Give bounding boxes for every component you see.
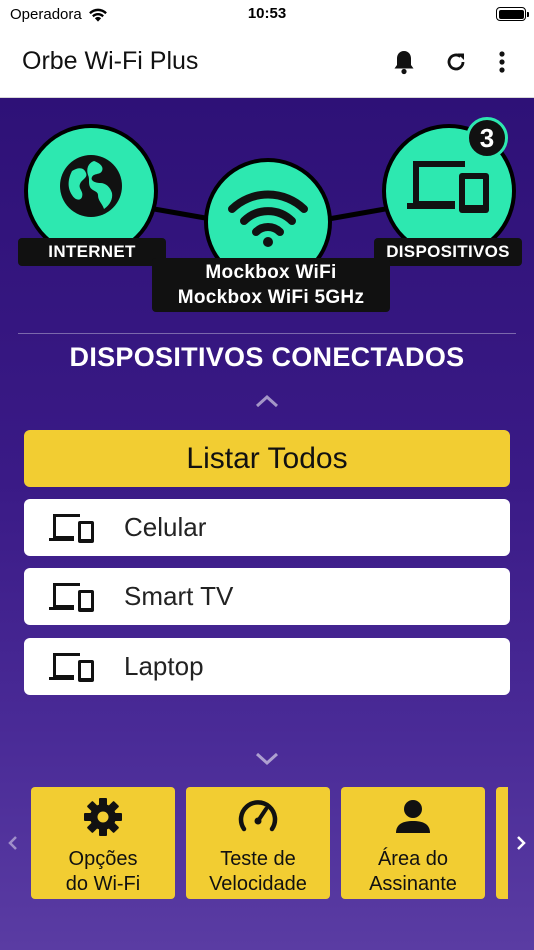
wifi-icon: [228, 190, 308, 247]
speedometer-icon: [238, 800, 278, 832]
devices-count-badge: 3: [466, 117, 508, 159]
user-icon: [396, 800, 430, 833]
divider: [18, 333, 516, 334]
refresh-icon[interactable]: [442, 48, 470, 76]
router-ssid-1: Mockbox WiFi: [205, 262, 337, 283]
chevron-left-icon[interactable]: [6, 834, 20, 852]
section-title: DISPOSITIVOS CONECTADOS: [69, 342, 465, 372]
tile-label-line1: Opções: [68, 848, 138, 870]
device-name: Celular: [124, 512, 207, 542]
speed-test-tile[interactable]: Teste de Velocidade: [186, 787, 330, 899]
tile-label-line2: Assinante: [369, 873, 457, 895]
wifi-options-tile[interactable]: Opções do Wi-Fi: [31, 787, 175, 899]
tile-label-line2: Velocidade: [209, 873, 307, 895]
globe-icon: [60, 155, 122, 217]
battery-icon: [496, 7, 529, 21]
internet-label: INTERNET: [18, 238, 166, 266]
router-ssid-2: Mockbox WiFi 5GHz: [177, 287, 365, 308]
device-row-celular[interactable]: Celular: [24, 499, 510, 556]
subscriber-area-tile[interactable]: Área do Assinante: [341, 787, 485, 899]
app-bar: Orbe Wi-Fi Plus: [0, 30, 534, 98]
bell-icon[interactable]: [390, 48, 418, 76]
devices-label: DISPOSITIVOS: [374, 238, 522, 266]
device-row-smart-tv[interactable]: Smart TV: [24, 568, 510, 625]
device-name: Smart TV: [124, 581, 234, 611]
next-tile-partial[interactable]: [496, 787, 508, 899]
devices-icon: [49, 653, 94, 682]
router-label: Mockbox WiFi Mockbox WiFi 5GHz: [152, 258, 390, 312]
chevron-up-icon[interactable]: [255, 394, 279, 408]
tile-label-line1: Área do: [377, 848, 449, 870]
app-title: Orbe Wi-Fi Plus: [22, 47, 199, 75]
tile-label-line2: do Wi-Fi: [65, 873, 141, 895]
device-row-laptop[interactable]: Laptop: [24, 638, 510, 695]
chevron-down-icon[interactable]: [255, 752, 279, 766]
devices-icon: [407, 161, 489, 213]
more-vertical-icon[interactable]: [488, 48, 516, 76]
chevron-right-icon[interactable]: [514, 834, 528, 852]
gear-icon: [84, 798, 122, 836]
clock: 10:53: [247, 5, 287, 22]
device-name: Laptop: [124, 651, 204, 681]
main-content: INTERNET 3 DISPOSITIVOS Mockbox WiFi Moc…: [0, 98, 534, 950]
devices-icon: [49, 583, 94, 612]
tile-label-line1: Teste de: [220, 848, 296, 870]
status-bar: Operadora 10:53: [0, 0, 534, 30]
devices-icon: [49, 514, 94, 543]
list-all-button[interactable]: Listar Todos: [24, 430, 510, 487]
